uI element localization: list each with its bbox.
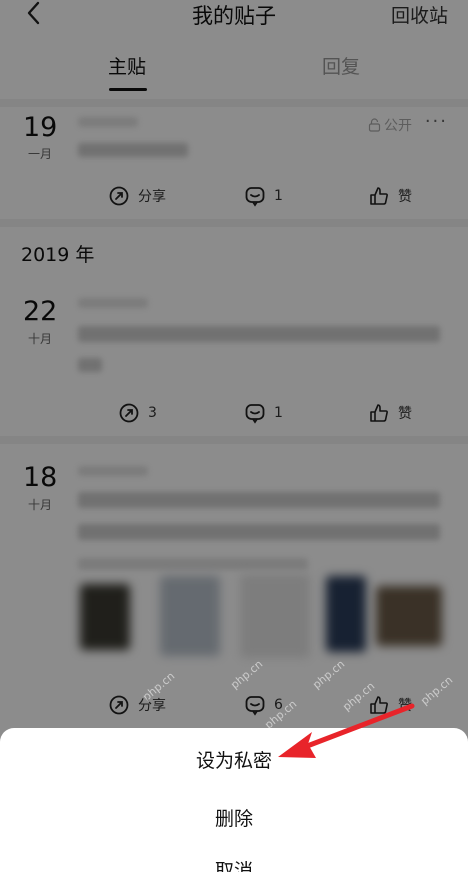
delete-button[interactable]: 删除 bbox=[0, 804, 468, 831]
annotation-arrow-icon bbox=[278, 703, 415, 758]
cancel-button[interactable]: 取消 bbox=[0, 856, 468, 872]
my-posts-page: 我的贴子 回收站 主贴 回复 19 一月 公开 ··· 分享 1 赞 2019 … bbox=[0, 0, 468, 872]
